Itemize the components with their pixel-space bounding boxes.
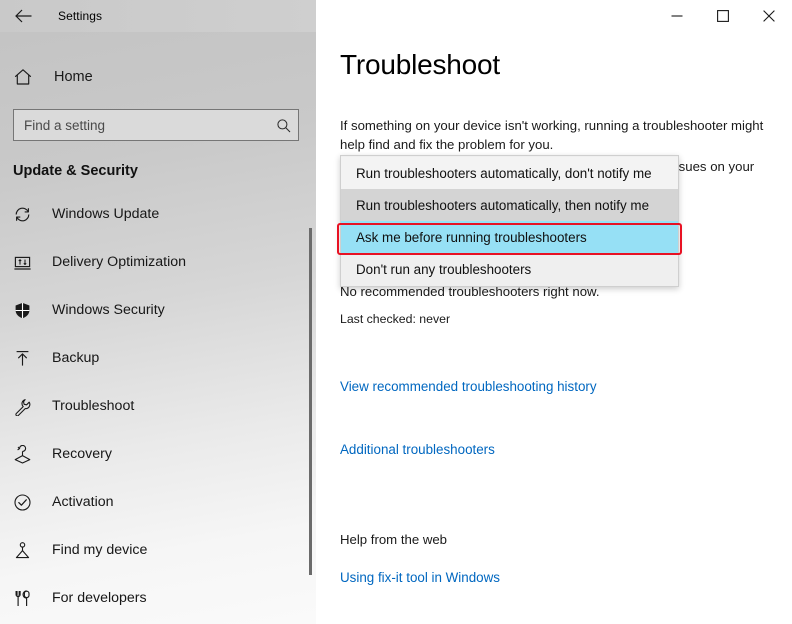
sidebar-item-label: Find my device	[52, 542, 148, 558]
recovery-icon	[13, 444, 41, 464]
sidebar-item-label: Windows Security	[52, 302, 165, 318]
window-title: Settings	[58, 9, 103, 23]
dropdown-option[interactable]: Run troubleshooters automatically, don't…	[341, 157, 678, 189]
sidebar-item-find-my-device[interactable]: Find my device	[0, 526, 316, 574]
sidebar-item-label: Backup	[52, 350, 100, 366]
sidebar-item-label: Windows Update	[52, 206, 160, 222]
sidebar-item-label: For developers	[52, 590, 147, 606]
dropdown-option[interactable]: Don't run any troubleshooters	[341, 253, 678, 285]
sidebar-item-troubleshoot[interactable]: Troubleshoot	[0, 382, 316, 430]
title-bar-left: Settings	[0, 0, 316, 32]
sidebar-item-windows-security[interactable]: Windows Security	[0, 286, 316, 334]
link-using-fixit-tool[interactable]: Using fix-it tool in Windows	[340, 570, 500, 585]
title-bar: Settings	[0, 0, 792, 32]
search-input[interactable]	[14, 110, 268, 140]
back-button[interactable]	[0, 0, 46, 32]
last-checked-text: Last checked: never	[340, 312, 451, 326]
intro-paragraph: If something on your device isn't workin…	[340, 118, 764, 152]
sidebar-nav-list: Windows Update Delivery Optimization Win…	[0, 190, 316, 622]
refresh-icon	[13, 205, 41, 224]
sidebar-section-title: Update & Security	[13, 163, 138, 179]
minimize-button[interactable]	[654, 0, 700, 32]
sidebar-item-recovery[interactable]: Recovery	[0, 430, 316, 478]
sidebar-item-for-developers[interactable]: For developers	[0, 574, 316, 622]
sidebar-item-label: Recovery	[52, 446, 112, 462]
page-title: Troubleshoot	[340, 49, 500, 80]
sidebar-item-windows-update[interactable]: Windows Update	[0, 190, 316, 238]
dropdown-option[interactable]: Run troubleshooters automatically, then …	[341, 189, 678, 221]
search-icon[interactable]	[268, 110, 298, 140]
recommended-troubleshooting-dropdown[interactable]: Run troubleshooters automatically, don't…	[340, 155, 679, 287]
sidebar-item-home[interactable]: Home	[0, 57, 316, 97]
sidebar: Home Update & Security	[0, 32, 316, 624]
help-from-web-heading: Help from the web	[340, 532, 448, 547]
delivery-icon	[13, 253, 41, 272]
sidebar-item-activation[interactable]: Activation	[0, 478, 316, 526]
tools-icon	[13, 589, 41, 608]
maximize-button[interactable]	[700, 0, 746, 32]
sidebar-item-label: Activation	[52, 494, 114, 510]
sidebar-item-label: Delivery Optimization	[52, 254, 187, 270]
close-button[interactable]	[746, 0, 792, 32]
shield-icon	[13, 301, 41, 320]
main-content: Troubleshoot If something on your device…	[316, 32, 792, 624]
sidebar-item-backup[interactable]: Backup	[0, 334, 316, 382]
close-icon	[763, 10, 775, 22]
back-arrow-icon	[14, 9, 32, 23]
home-label: Home	[54, 69, 93, 85]
sidebar-item-delivery-optimization[interactable]: Delivery Optimization	[0, 238, 316, 286]
window-controls	[316, 0, 792, 32]
settings-window: Settings Home Find a setting Update & Se…	[0, 0, 792, 624]
sidebar-scrollbar-thumb[interactable]	[309, 228, 312, 575]
locate-person-icon	[13, 541, 41, 560]
maximize-icon	[717, 10, 729, 22]
link-additional-troubleshooters[interactable]: Additional troubleshooters	[340, 442, 495, 457]
minimize-icon	[671, 10, 683, 22]
sidebar-item-label: Troubleshoot	[52, 398, 135, 414]
dropdown-option[interactable]: Ask me before running troubleshooters	[341, 221, 678, 253]
check-circle-icon	[13, 493, 41, 512]
upload-arrow-icon	[13, 349, 41, 368]
link-view-troubleshooting-history[interactable]: View recommended troubleshooting history	[340, 379, 597, 394]
wrench-icon	[13, 397, 41, 416]
home-icon	[13, 67, 43, 87]
search-box[interactable]	[13, 109, 299, 141]
